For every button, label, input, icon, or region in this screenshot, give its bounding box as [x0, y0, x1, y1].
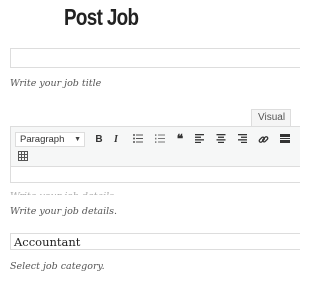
- job-title-help-text: Write your job title: [10, 78, 102, 89]
- numbered-list-button[interactable]: [152, 132, 168, 147]
- format-select-label: Paragraph: [20, 134, 65, 145]
- paragraph-format-select[interactable]: Paragraph ▼: [15, 132, 85, 147]
- page-title: Post Job: [64, 4, 139, 30]
- chevron-down-icon: ▼: [74, 136, 81, 143]
- job-title-input[interactable]: [10, 48, 300, 68]
- blockquote-button[interactable]: ❝: [172, 132, 188, 147]
- job-category-select[interactable]: Accountant: [10, 233, 300, 250]
- align-center-icon: [216, 134, 226, 143]
- toolbar-toggle-icon: [18, 151, 28, 161]
- read-more-button[interactable]: [277, 132, 293, 147]
- toolbar-toggle-button[interactable]: [15, 149, 31, 164]
- bullet-list-icon: [133, 134, 143, 143]
- job-details-help-text: Write your job details.: [10, 206, 118, 217]
- align-left-icon: [195, 134, 204, 143]
- editor-toolbar: Paragraph ▼ B I ❝: [11, 127, 300, 167]
- align-right-button[interactable]: [234, 132, 250, 147]
- tab-visual[interactable]: Visual: [251, 109, 291, 126]
- align-center-button[interactable]: [213, 132, 229, 147]
- editor-content-area[interactable]: [11, 168, 300, 182]
- job-details-editor: Paragraph ▼ B I ❝: [10, 126, 300, 183]
- editor-ghost-text: Write your job details.: [10, 190, 117, 195]
- insert-link-button[interactable]: [255, 132, 271, 147]
- align-left-button[interactable]: [192, 132, 208, 147]
- link-icon: [258, 136, 268, 143]
- italic-button[interactable]: I: [108, 132, 124, 147]
- job-category-help-text: Select job category.: [10, 261, 105, 272]
- align-right-icon: [238, 134, 247, 143]
- numbered-list-icon: [155, 134, 165, 143]
- bold-button[interactable]: B: [91, 132, 107, 147]
- read-more-icon: [280, 134, 290, 143]
- bullet-list-button[interactable]: [130, 132, 146, 147]
